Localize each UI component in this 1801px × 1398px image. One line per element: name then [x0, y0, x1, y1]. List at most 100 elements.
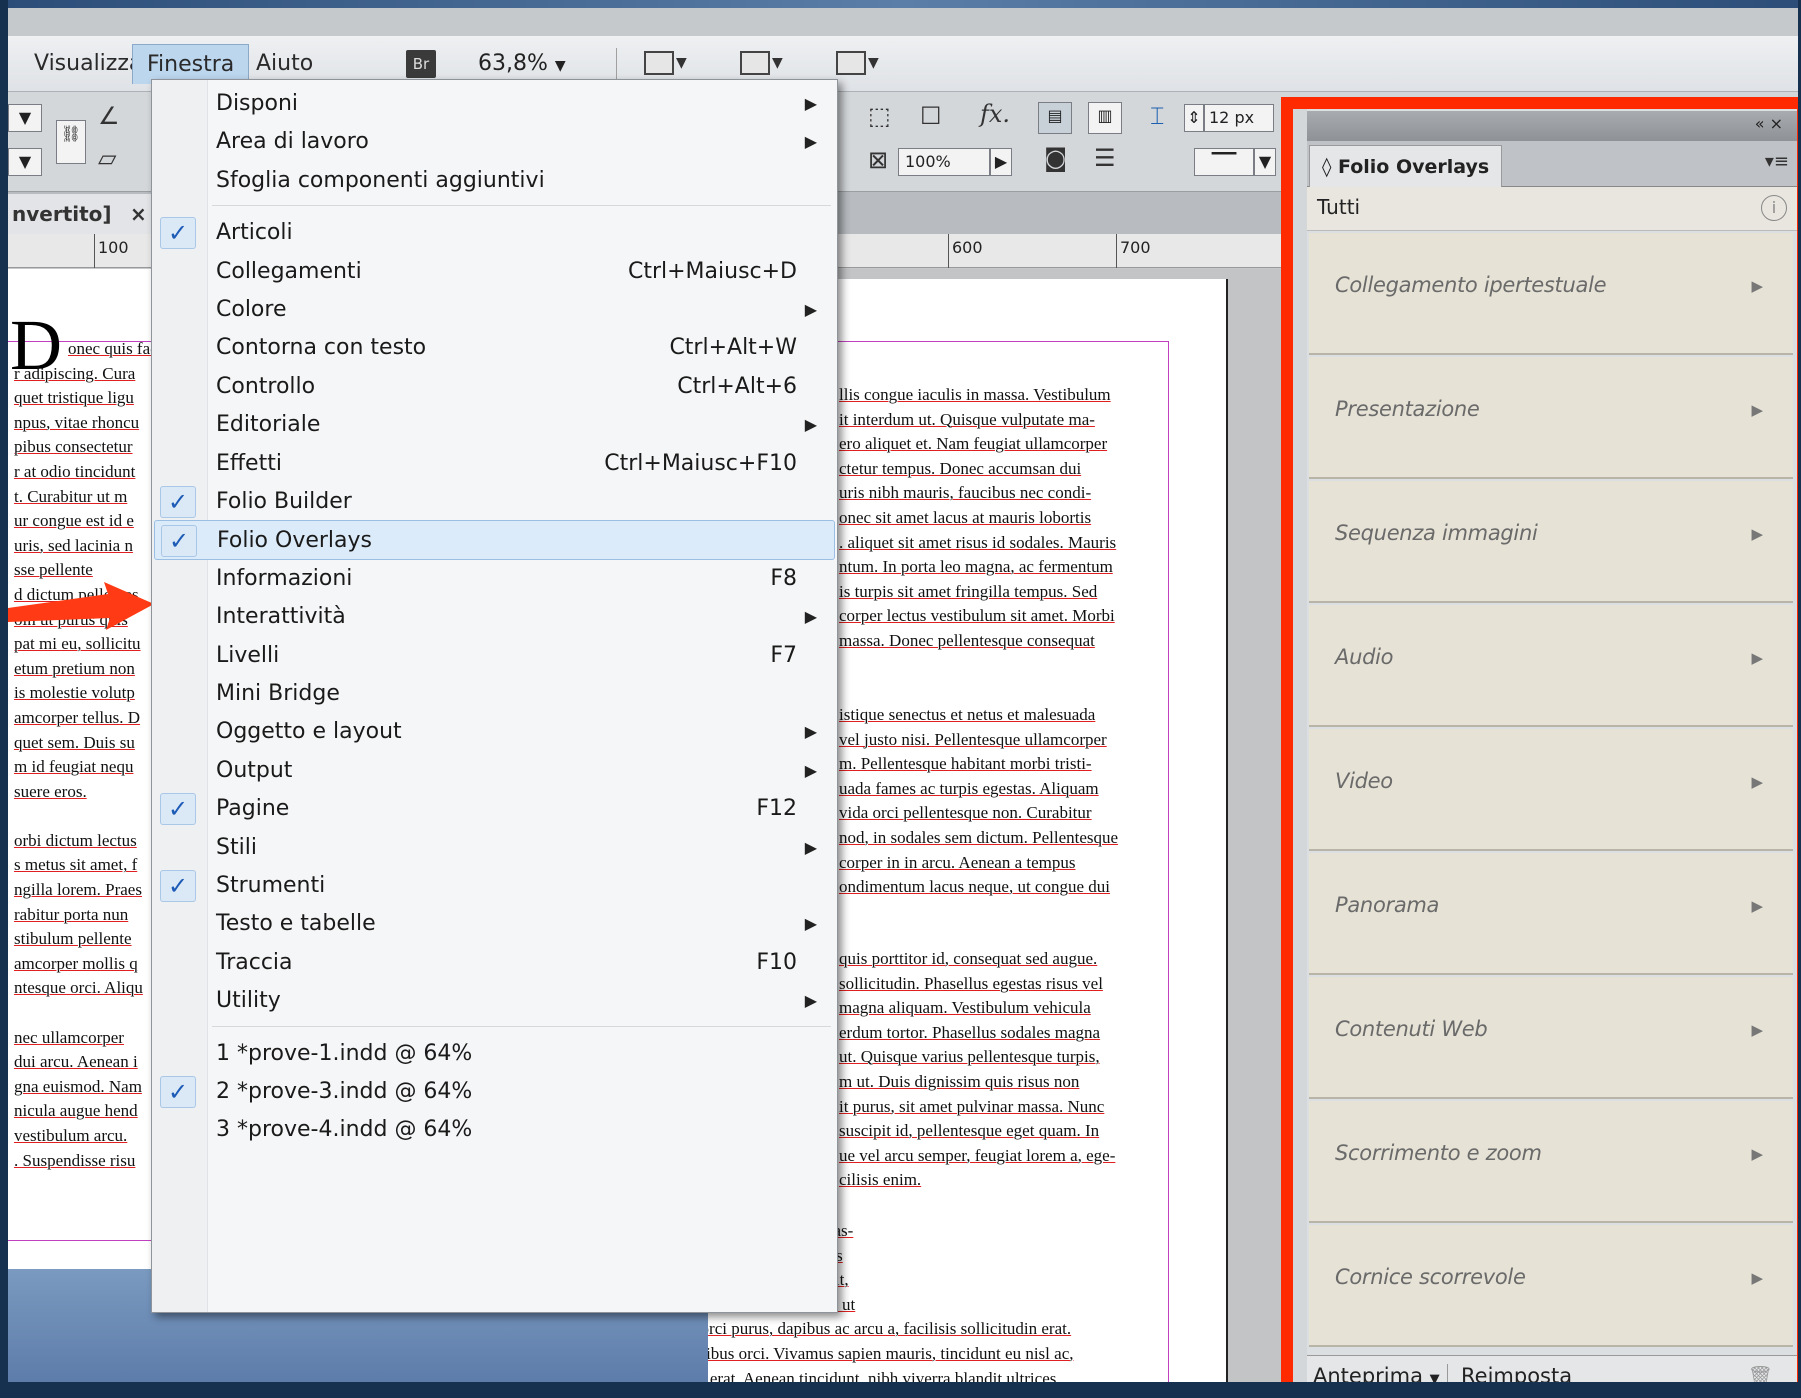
- size-stepper[interactable]: ⇕: [1184, 104, 1204, 132]
- menu-item-label: Strumenti: [216, 873, 326, 898]
- align-icon[interactable]: ▥: [1088, 102, 1122, 134]
- screen-mode-icon[interactable]: ▼: [740, 50, 786, 78]
- menu-item[interactable]: Stili ▶: [154, 828, 835, 868]
- expand-arrow-icon[interactable]: ▶: [1751, 649, 1763, 667]
- size-field[interactable]: 12 px: [1204, 104, 1274, 132]
- constrain-proportions-icon[interactable]: ⛓: [56, 120, 86, 164]
- menu-item[interactable]: ✓ 2 *prove-3.indd @ 64%: [154, 1072, 835, 1112]
- expand-arrow-icon[interactable]: ▶: [1751, 1145, 1763, 1163]
- expand-arrow-icon[interactable]: ▶: [1751, 1269, 1763, 1287]
- opacity-menu-arrow[interactable]: ▶: [990, 148, 1012, 176]
- menu-item[interactable]: Collegamenti Ctrl+Maiusc+D: [154, 252, 835, 292]
- overlay-row[interactable]: Scorrimento e zoom ▶: [1309, 1101, 1793, 1223]
- stroke-square-icon[interactable]: ☐: [920, 102, 942, 130]
- overlay-row[interactable]: Video ▶: [1309, 729, 1793, 851]
- menu-item[interactable]: Testo e tabelle ▶: [154, 904, 835, 944]
- menu-item[interactable]: Colore ▶: [154, 290, 835, 330]
- collapse-close-icon[interactable]: « ×: [1755, 114, 1783, 133]
- menu-aiuto[interactable]: Aiuto: [242, 44, 327, 84]
- menu-finestra[interactable]: Finestra: [132, 44, 250, 84]
- menu-item[interactable]: Utility ▶: [154, 981, 835, 1021]
- panel-menu-icon[interactable]: ▾≡: [1765, 151, 1789, 172]
- menu-item-label: Collegamenti: [216, 258, 362, 284]
- menu-item[interactable]: Disponi ▶: [154, 84, 835, 124]
- stroke-type-field[interactable]: ▔▔: [1194, 148, 1254, 176]
- menu-item-label: Informazioni: [216, 565, 353, 591]
- document-tab[interactable]: nvertito] ×: [8, 194, 158, 234]
- view-options-icon[interactable]: ▼: [644, 50, 690, 78]
- menu-item-label: Utility: [216, 988, 281, 1014]
- left-text-column: onec quis fac r adipiscing. Cura quet tris…: [8, 337, 153, 1173]
- menu-item-shortcut: F8: [770, 565, 797, 591]
- text-line: uris nibh mauris, faucibus nec condi-: [839, 483, 1092, 503]
- expand-arrow-icon[interactable]: ▶: [1751, 773, 1763, 791]
- menu-item[interactable]: ✓ Strumenti: [154, 866, 835, 906]
- select-container-icon[interactable]: ⬚: [868, 102, 891, 130]
- menu-item[interactable]: Effetti Ctrl+Maiusc+F10: [154, 444, 835, 484]
- menu-item[interactable]: Livelli F7: [154, 636, 835, 676]
- highlight-frame: « × ◊ Folio Overlays ▾≡ Tutti i Collegam…: [1281, 97, 1798, 1390]
- text-wrap-icon[interactable]: ▤: [1038, 102, 1072, 134]
- menu-item-label: Area di lavoro: [216, 129, 369, 155]
- expand-arrow-icon[interactable]: ▶: [1751, 897, 1763, 915]
- zoom-dropdown[interactable]: 63,8% ▼: [478, 44, 566, 84]
- panel-tab[interactable]: ◊ Folio Overlays: [1309, 145, 1503, 187]
- expand-arrow-icon[interactable]: ▶: [1751, 525, 1763, 543]
- menu-item[interactable]: 3 *prove-4.indd @ 64%: [154, 1110, 835, 1150]
- menu-item[interactable]: Sfoglia componenti aggiuntivi: [154, 161, 835, 201]
- overlay-row[interactable]: Cornice scorrevole ▶: [1309, 1225, 1793, 1347]
- menu-item[interactable]: Output ▶: [154, 751, 835, 791]
- text-line: suscipit id, pellentesque eget quam. In: [839, 1121, 1100, 1141]
- reference-point-dropdown[interactable]: ▼: [8, 104, 42, 132]
- text-line: is molestie volutp: [14, 683, 135, 703]
- menu-item[interactable]: ✓ Folio Builder: [154, 482, 835, 522]
- overlay-row[interactable]: Panorama ▶: [1309, 853, 1793, 975]
- frame-fitting-icon[interactable]: ⌶: [1150, 102, 1164, 130]
- overlay-row[interactable]: Presentazione ▶: [1309, 357, 1793, 479]
- menu-item[interactable]: ✓ Folio Overlays: [154, 520, 835, 561]
- menu-item[interactable]: Oggetto e layout ▶: [154, 712, 835, 752]
- bridge-button[interactable]: Br: [406, 50, 436, 78]
- expand-arrow-icon[interactable]: ▶: [1751, 401, 1763, 419]
- panel-header[interactable]: « ×: [1307, 111, 1797, 141]
- info-icon[interactable]: i: [1761, 195, 1787, 221]
- close-icon[interactable]: ×: [130, 194, 147, 234]
- text-line: gna euismod. Nam: [14, 1076, 142, 1096]
- menu-item[interactable]: 1 *prove-1.indd @ 64%: [154, 1034, 835, 1074]
- distribute-icon[interactable]: ☰: [1094, 144, 1116, 172]
- menu-item[interactable]: Traccia F10: [154, 943, 835, 983]
- overlay-filter[interactable]: Tutti i: [1307, 187, 1797, 231]
- overlay-row[interactable]: Collegamento ipertestuale ▶: [1309, 233, 1793, 355]
- menu-item-label: Sfoglia componenti aggiuntivi: [216, 167, 545, 193]
- expand-arrow-icon[interactable]: ▶: [1751, 277, 1763, 295]
- opacity-field[interactable]: 100%: [898, 148, 990, 176]
- menu-item[interactable]: ✓ Articoli: [154, 213, 835, 253]
- text-line: ero aliquet et. Nam feugiat ullamcorper: [839, 434, 1108, 454]
- text-line: ctetur tempus. Donec accumsan dui: [839, 458, 1082, 478]
- menu-item[interactable]: Mini Bridge: [154, 674, 835, 714]
- menu-item[interactable]: Area di lavoro ▶: [154, 122, 835, 162]
- menu-item[interactable]: Informazioni F8: [154, 559, 835, 599]
- overlay-row[interactable]: Audio ▶: [1309, 605, 1793, 727]
- menu-item[interactable]: Interattività ▶: [154, 597, 835, 637]
- reference-point-dropdown-2[interactable]: ▼: [8, 148, 42, 176]
- text-line: s metus sit amet, f: [14, 855, 138, 875]
- opacity-icon: ⊠: [868, 146, 889, 174]
- overlay-name: Video: [1335, 769, 1393, 793]
- menu-item-shortcut: F7: [770, 642, 797, 668]
- menu-item[interactable]: Controllo Ctrl+Alt+6: [154, 367, 835, 407]
- stroke-type-dropdown[interactable]: ▼: [1254, 148, 1276, 176]
- text-block-2: istique senectus et netus et malesuada ve…: [839, 703, 1169, 900]
- text-line: ut. Quisque varius pellentesque turpis,: [839, 1047, 1100, 1067]
- overlay-row[interactable]: Sequenza immagini ▶: [1309, 481, 1793, 603]
- menu-item[interactable]: Editoriale ▶: [154, 405, 835, 445]
- effects-icon[interactable]: fx.: [980, 100, 1010, 128]
- text-block-1: llis congue iaculis in massa. Vestibulum…: [839, 383, 1169, 654]
- expand-arrow-icon[interactable]: ▶: [1751, 1021, 1763, 1039]
- menu-item[interactable]: Contorna con testo Ctrl+Alt+W: [154, 328, 835, 368]
- menu-item[interactable]: ✓ Pagine F12: [154, 789, 835, 829]
- arrange-documents-icon[interactable]: ▼: [836, 50, 882, 78]
- fill-icon[interactable]: ◙: [1044, 144, 1067, 172]
- overlay-row[interactable]: Contenuti Web ▶: [1309, 977, 1793, 1099]
- panel-title: Folio Overlays: [1338, 156, 1490, 178]
